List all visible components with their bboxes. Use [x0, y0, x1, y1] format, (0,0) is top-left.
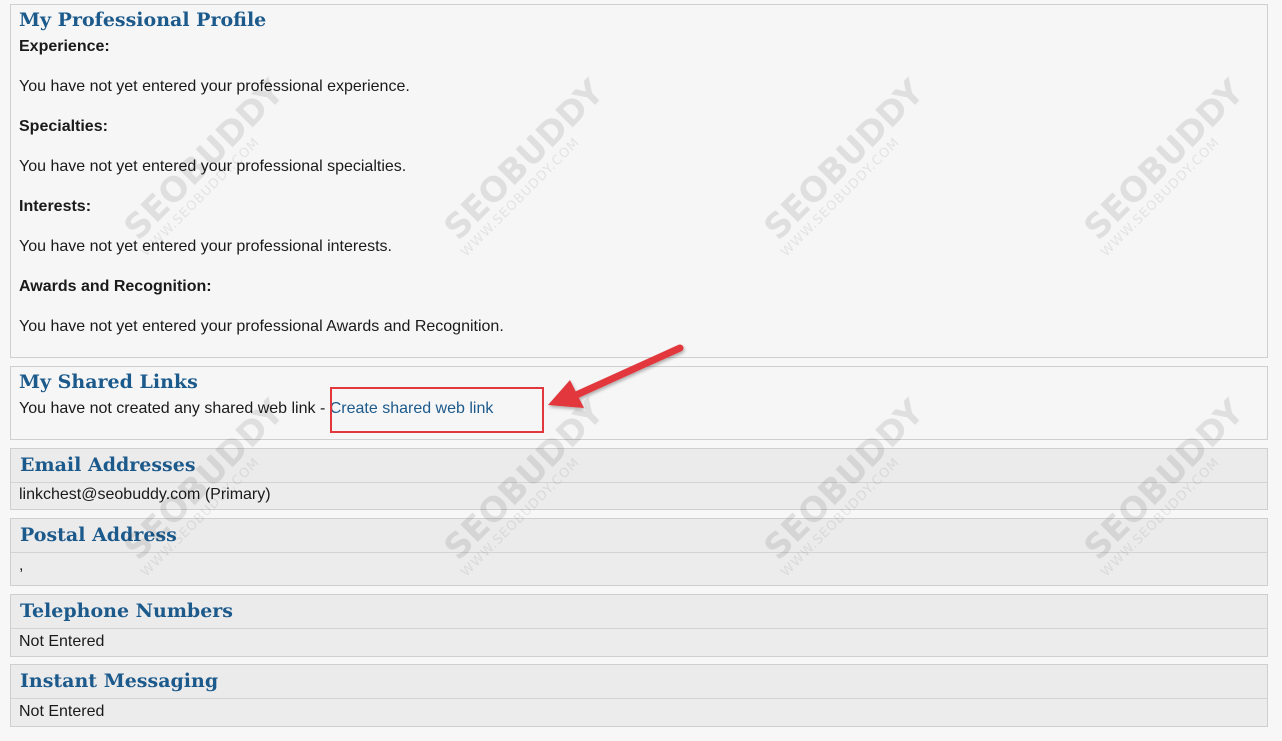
red-arrow-icon — [548, 344, 684, 408]
